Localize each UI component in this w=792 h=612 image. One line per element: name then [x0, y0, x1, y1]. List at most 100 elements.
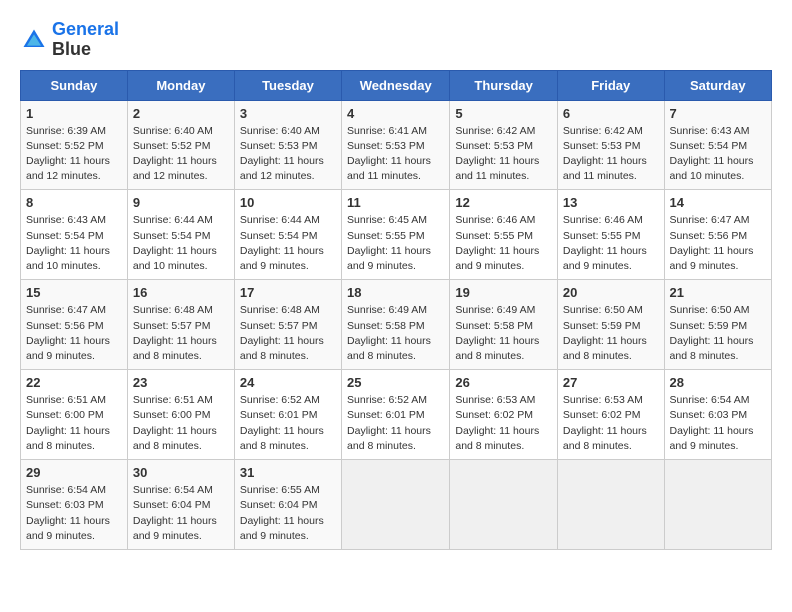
calendar-cell: 14 Sunrise: 6:47 AM Sunset: 5:56 PM Dayli… [664, 190, 771, 280]
day-header-friday: Friday [557, 70, 664, 100]
day-detail-text: Sunrise: 6:51 AM Sunset: 6:00 PM Dayligh… [133, 393, 229, 454]
calendar-cell [342, 460, 450, 550]
day-number: 21 [670, 285, 766, 300]
calendar-cell: 2Sunrise: 6:40 AM Sunset: 5:52 PM Daylig… [127, 100, 234, 190]
day-header-tuesday: Tuesday [234, 70, 341, 100]
day-number: 10 [240, 195, 336, 210]
day-number: 13 [563, 195, 659, 210]
day-number: 8 [26, 195, 122, 210]
day-header-saturday: Saturday [664, 70, 771, 100]
calendar-cell: 24Sunrise: 6:52 AM Sunset: 6:01 PM Dayli… [234, 370, 341, 460]
day-header-thursday: Thursday [450, 70, 558, 100]
day-detail-text: Sunrise: 6:44 AM Sunset: 5:54 PM Dayligh… [133, 213, 229, 274]
day-number: 22 [26, 375, 122, 390]
day-detail-text: Sunrise: 6:48 AM Sunset: 5:57 PM Dayligh… [240, 303, 336, 364]
day-detail-text: Sunrise: 6:48 AM Sunset: 5:57 PM Dayligh… [133, 303, 229, 364]
day-header-sunday: Sunday [21, 70, 128, 100]
page-header: General Blue [20, 20, 772, 60]
calendar-cell: 8 Sunrise: 6:43 AM Sunset: 5:54 PM Daylig… [21, 190, 128, 280]
calendar-cell: 17 Sunrise: 6:48 AM Sunset: 5:57 PM Dayli… [234, 280, 341, 370]
calendar-cell: 13 Sunrise: 6:46 AM Sunset: 5:55 PM Dayli… [557, 190, 664, 280]
calendar-cell: 3 Sunrise: 6:40 AM Sunset: 5:53 PM Daylig… [234, 100, 341, 190]
day-detail-text: Sunrise: 6:47 AM Sunset: 5:56 PM Dayligh… [670, 213, 766, 274]
calendar-cell: 26 Sunrise: 6:53 AM Sunset: 6:02 PM Dayli… [450, 370, 558, 460]
day-detail-text: Sunrise: 6:50 AM Sunset: 5:59 PM Dayligh… [563, 303, 659, 364]
day-detail-text: Sunrise: 6:53 AM Sunset: 6:02 PM Dayligh… [563, 393, 659, 454]
calendar-cell: 21 Sunrise: 6:50 AM Sunset: 5:59 PM Dayli… [664, 280, 771, 370]
day-number: 1 [26, 106, 122, 121]
day-number: 5 [455, 106, 552, 121]
calendar-cell: 7Sunrise: 6:43 AM Sunset: 5:54 PM Daylig… [664, 100, 771, 190]
day-detail-text: Sunrise: 6:55 AM Sunset: 6:04 PM Dayligh… [240, 483, 336, 544]
logo: General Blue [20, 20, 119, 60]
calendar-cell: 9 Sunrise: 6:44 AM Sunset: 5:54 PM Daylig… [127, 190, 234, 280]
day-number: 14 [670, 195, 766, 210]
day-detail-text: Sunrise: 6:46 AM Sunset: 5:55 PM Dayligh… [455, 213, 552, 274]
calendar-cell: 12 Sunrise: 6:46 AM Sunset: 5:55 PM Dayli… [450, 190, 558, 280]
calendar-cell: 10 Sunrise: 6:44 AM Sunset: 5:54 PM Dayli… [234, 190, 341, 280]
calendar-cell: 22 Sunrise: 6:51 AM Sunset: 6:00 PM Dayli… [21, 370, 128, 460]
calendar-table: SundayMondayTuesdayWednesdayThursdayFrid… [20, 70, 772, 550]
day-detail-text: Sunrise: 6:54 AM Sunset: 6:03 PM Dayligh… [670, 393, 766, 454]
day-number: 3 [240, 106, 336, 121]
day-detail-text: Sunrise: 6:54 AM Sunset: 6:03 PM Dayligh… [26, 483, 122, 544]
day-detail-text: Sunrise: 6:40 AM Sunset: 5:52 PM Dayligh… [133, 124, 229, 185]
day-detail-text: Sunrise: 6:44 AM Sunset: 5:54 PM Dayligh… [240, 213, 336, 274]
calendar-cell: 5 Sunrise: 6:42 AM Sunset: 5:53 PM Daylig… [450, 100, 558, 190]
calendar-cell: 6 Sunrise: 6:42 AM Sunset: 5:53 PM Daylig… [557, 100, 664, 190]
day-number: 26 [455, 375, 552, 390]
day-number: 19 [455, 285, 552, 300]
day-number: 15 [26, 285, 122, 300]
calendar-cell: 16 Sunrise: 6:48 AM Sunset: 5:57 PM Dayli… [127, 280, 234, 370]
calendar-cell: 19 Sunrise: 6:49 AM Sunset: 5:58 PM Dayli… [450, 280, 558, 370]
day-detail-text: Sunrise: 6:51 AM Sunset: 6:00 PM Dayligh… [26, 393, 122, 454]
day-detail-text: Sunrise: 6:49 AM Sunset: 5:58 PM Dayligh… [347, 303, 444, 364]
calendar-cell: 20 Sunrise: 6:50 AM Sunset: 5:59 PM Dayli… [557, 280, 664, 370]
calendar-cell [557, 460, 664, 550]
calendar-cell: 27Sunrise: 6:53 AM Sunset: 6:02 PM Dayli… [557, 370, 664, 460]
day-detail-text: Sunrise: 6:49 AM Sunset: 5:58 PM Dayligh… [455, 303, 552, 364]
day-detail-text: Sunrise: 6:52 AM Sunset: 6:01 PM Dayligh… [347, 393, 444, 454]
day-detail-text: Sunrise: 6:43 AM Sunset: 5:54 PM Dayligh… [670, 124, 766, 185]
day-number: 23 [133, 375, 229, 390]
calendar-week-row: 1 Sunrise: 6:39 AM Sunset: 5:52 PM Daylig… [21, 100, 772, 190]
day-detail-text: Sunrise: 6:42 AM Sunset: 5:53 PM Dayligh… [563, 124, 659, 185]
calendar-week-row: 29 Sunrise: 6:54 AM Sunset: 6:03 PM Dayli… [21, 460, 772, 550]
day-number: 29 [26, 465, 122, 480]
calendar-cell [664, 460, 771, 550]
day-detail-text: Sunrise: 6:45 AM Sunset: 5:55 PM Dayligh… [347, 213, 444, 274]
day-number: 24 [240, 375, 336, 390]
calendar-cell: 23 Sunrise: 6:51 AM Sunset: 6:00 PM Dayli… [127, 370, 234, 460]
calendar-cell: 31 Sunrise: 6:55 AM Sunset: 6:04 PM Dayli… [234, 460, 341, 550]
day-detail-text: Sunrise: 6:53 AM Sunset: 6:02 PM Dayligh… [455, 393, 552, 454]
day-number: 31 [240, 465, 336, 480]
calendar-week-row: 22 Sunrise: 6:51 AM Sunset: 6:00 PM Dayli… [21, 370, 772, 460]
calendar-body: 1 Sunrise: 6:39 AM Sunset: 5:52 PM Daylig… [21, 100, 772, 549]
day-detail-text: Sunrise: 6:43 AM Sunset: 5:54 PM Dayligh… [26, 213, 122, 274]
day-detail-text: Sunrise: 6:47 AM Sunset: 5:56 PM Dayligh… [26, 303, 122, 364]
day-number: 16 [133, 285, 229, 300]
calendar-cell: 29 Sunrise: 6:54 AM Sunset: 6:03 PM Dayli… [21, 460, 128, 550]
calendar-cell: 30Sunrise: 6:54 AM Sunset: 6:04 PM Dayli… [127, 460, 234, 550]
day-number: 30 [133, 465, 229, 480]
logo-icon [20, 26, 48, 54]
day-detail-text: Sunrise: 6:40 AM Sunset: 5:53 PM Dayligh… [240, 124, 336, 185]
calendar-cell: 28Sunrise: 6:54 AM Sunset: 6:03 PM Dayli… [664, 370, 771, 460]
day-detail-text: Sunrise: 6:39 AM Sunset: 5:52 PM Dayligh… [26, 124, 122, 185]
day-header-monday: Monday [127, 70, 234, 100]
day-number: 9 [133, 195, 229, 210]
calendar-cell [450, 460, 558, 550]
day-detail-text: Sunrise: 6:42 AM Sunset: 5:53 PM Dayligh… [455, 124, 552, 185]
day-number: 12 [455, 195, 552, 210]
day-header-wednesday: Wednesday [342, 70, 450, 100]
calendar-week-row: 15 Sunrise: 6:47 AM Sunset: 5:56 PM Dayli… [21, 280, 772, 370]
day-detail-text: Sunrise: 6:46 AM Sunset: 5:55 PM Dayligh… [563, 213, 659, 274]
day-number: 11 [347, 195, 444, 210]
calendar-header-row: SundayMondayTuesdayWednesdayThursdayFrid… [21, 70, 772, 100]
day-number: 17 [240, 285, 336, 300]
day-number: 20 [563, 285, 659, 300]
day-number: 4 [347, 106, 444, 121]
day-number: 6 [563, 106, 659, 121]
day-detail-text: Sunrise: 6:50 AM Sunset: 5:59 PM Dayligh… [670, 303, 766, 364]
calendar-cell: 15 Sunrise: 6:47 AM Sunset: 5:56 PM Dayli… [21, 280, 128, 370]
